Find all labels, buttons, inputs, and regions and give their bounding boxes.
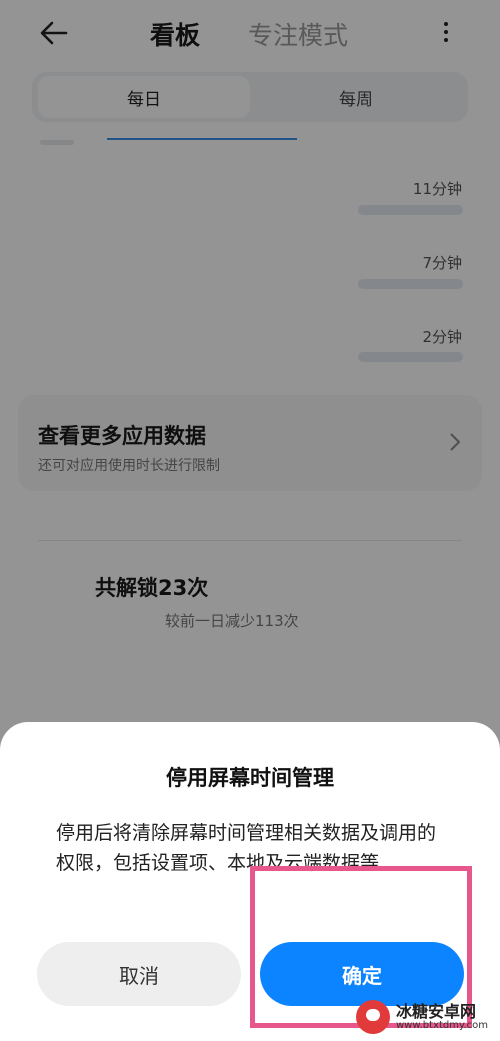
- dialog-title: 停用屏幕时间管理: [166, 766, 334, 790]
- watermark: 冰糖安卓网 www.btxtdmy.com: [356, 998, 488, 1036]
- cancel-button[interactable]: 取消: [37, 942, 241, 1006]
- watermark-url: www.btxtdmy.com: [396, 1020, 489, 1031]
- watermark-logo-icon: [356, 1000, 390, 1034]
- watermark-name: 冰糖安卓网: [396, 1002, 477, 1021]
